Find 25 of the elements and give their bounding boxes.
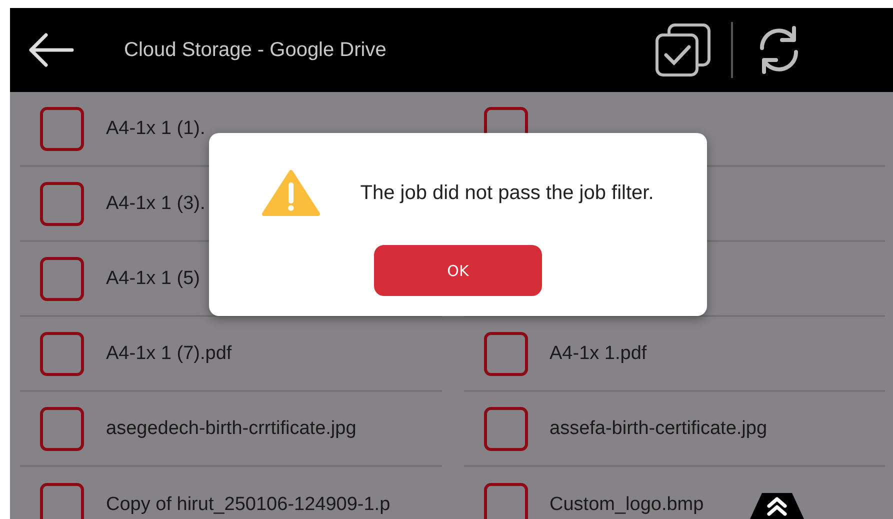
checkbox[interactable]: [40, 332, 84, 376]
checkbox[interactable]: [40, 406, 84, 450]
checkbox[interactable]: [40, 182, 84, 226]
checkbox[interactable]: [484, 482, 528, 519]
file-name[interactable]: Copy of hirut_250106-124909-1.p: [106, 494, 390, 516]
file-name[interactable]: assefa-birth-certificate.jpg: [550, 418, 768, 440]
ok-button[interactable]: OK: [374, 245, 542, 296]
dialog-message: The job did not pass the job filter.: [360, 182, 654, 204]
checkbox[interactable]: [484, 406, 528, 450]
file-name[interactable]: Custom_logo.bmp: [550, 494, 704, 516]
file-name[interactable]: A4-1x 1 (5): [106, 268, 200, 290]
file-name[interactable]: asegedech-birth-crrtificate.jpg: [106, 418, 356, 440]
checkbox[interactable]: [484, 332, 528, 376]
checkbox[interactable]: [40, 106, 84, 150]
file-name[interactable]: A4-1x 1 (3).: [106, 192, 206, 214]
file-name[interactable]: A4-1x 1 (1).: [106, 118, 206, 140]
page-title: Cloud Storage - Google Drive: [124, 38, 388, 62]
warning-icon: [262, 169, 320, 217]
back-arrow-icon[interactable]: [28, 33, 74, 67]
checkbox[interactable]: [40, 256, 84, 300]
scroll-to-top-icon[interactable]: [750, 493, 804, 519]
file-name[interactable]: A4-1x 1.pdf: [550, 342, 647, 364]
select-all-icon[interactable]: [655, 23, 711, 77]
checkbox[interactable]: [40, 482, 84, 519]
file-name[interactable]: A4-1x 1 (7).pdf: [106, 342, 232, 364]
